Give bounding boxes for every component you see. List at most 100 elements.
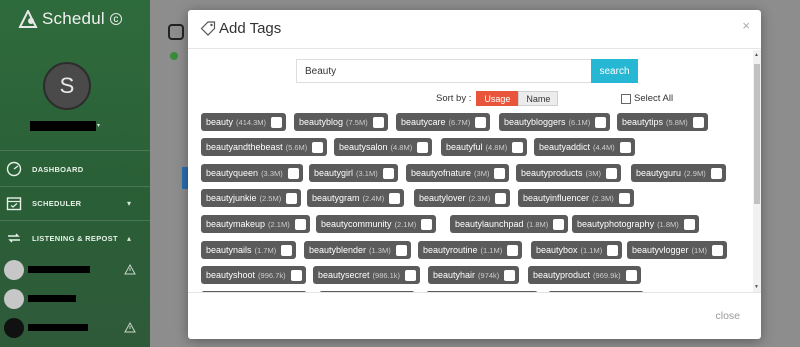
sidebar-item-scheduler[interactable]: SCHEDULER ▾ — [0, 188, 150, 218]
tag-checkbox[interactable] — [512, 141, 524, 153]
tag-count: (1.1M) — [580, 245, 603, 255]
tag-checkbox[interactable] — [710, 167, 722, 179]
tag-checkbox[interactable] — [475, 116, 487, 128]
tag-name: beautyroutine — [423, 245, 478, 255]
warning-icon — [124, 322, 136, 333]
tag-checkbox[interactable] — [605, 167, 617, 179]
redacted-username[interactable] — [30, 121, 96, 131]
tag-name: beautybloggers — [504, 117, 566, 127]
tag-checkbox[interactable] — [382, 167, 394, 179]
brand[interactable]: Schedul c — [18, 9, 122, 29]
tag-count: (1.7M) — [254, 245, 277, 255]
tag-checkbox[interactable] — [619, 141, 631, 153]
account-item[interactable] — [0, 258, 150, 282]
account-item[interactable] — [0, 287, 150, 311]
scroll-up-icon[interactable]: ▲ — [754, 52, 759, 58]
tag-checkbox[interactable] — [271, 116, 283, 128]
avatar[interactable]: S — [43, 62, 91, 110]
tag-chip[interactable]: beautyblender (1.3M) — [304, 241, 411, 259]
account-avatar — [4, 318, 24, 338]
dashboard-icon — [6, 161, 22, 177]
tag-checkbox[interactable] — [294, 218, 306, 230]
tag-chip[interactable]: beautylover (2.3M) — [414, 189, 511, 207]
modal-scrollbar[interactable]: ▲ ▼ — [753, 50, 761, 292]
tag-chip[interactable]: beautynails (1.7M) — [201, 241, 297, 259]
tag-checkbox[interactable] — [405, 269, 417, 281]
brand-name: Schedul — [42, 9, 105, 28]
tag-chip[interactable]: beautyblog (7.5M) — [294, 113, 388, 131]
sidebar-item-listening-repost[interactable]: LISTENING & REPOST ▴ — [0, 223, 150, 253]
tag-name: beautyproduct — [533, 270, 591, 280]
tag-checkbox[interactable] — [607, 244, 619, 256]
tag-chip[interactable]: beautyofnature (3M) — [406, 164, 510, 182]
scroll-thumb[interactable] — [754, 64, 760, 204]
tag-chip[interactable]: beautyphotography (1.8M) — [572, 215, 699, 233]
account-item[interactable] — [0, 316, 150, 340]
tag-chip[interactable]: beautyqueen (3.3M) — [201, 164, 303, 182]
tag-checkbox[interactable] — [286, 192, 298, 204]
modal-header: Add Tags × — [188, 10, 761, 49]
tag-chip[interactable]: beautyvlogger (1M) — [627, 241, 727, 259]
tag-chip[interactable]: beautybloggers (6.1M) — [499, 113, 611, 131]
tag-name: beautyaddict — [539, 142, 591, 152]
tag-chip[interactable]: beautysalon (4.8M) — [334, 138, 433, 156]
tag-count: (2.4M) — [362, 193, 385, 203]
tag-count: (2.5M) — [259, 193, 282, 203]
tag-checkbox[interactable] — [711, 244, 723, 256]
close-button[interactable]: close — [715, 310, 740, 322]
tag-checkbox[interactable] — [683, 218, 695, 230]
calendar-icon — [6, 197, 22, 211]
tag-checkbox[interactable] — [618, 192, 630, 204]
tag-checkbox[interactable] — [625, 269, 637, 281]
tag-count: (996.7k) — [258, 270, 286, 280]
tag-checkbox[interactable] — [281, 244, 293, 256]
tag-checkbox[interactable] — [389, 192, 401, 204]
tag-chip[interactable]: beautyandthebeast (5.6M) — [201, 138, 328, 156]
tag-chip[interactable]: beautyinfluencer (2.3M) — [518, 189, 634, 207]
divider — [0, 186, 150, 187]
tag-chip[interactable]: beautyproduct (969.9k) — [528, 266, 641, 284]
tag-checkbox[interactable] — [507, 244, 519, 256]
tag-checkbox[interactable] — [504, 269, 516, 281]
close-icon[interactable]: × — [742, 18, 750, 33]
tag-icon — [200, 21, 216, 36]
tag-chip[interactable]: beautybox (1.1M) — [531, 241, 623, 259]
tag-checkbox[interactable] — [372, 116, 384, 128]
tag-name: beautysalon — [339, 142, 388, 152]
tag-checkbox[interactable] — [495, 192, 507, 204]
tag-checkbox[interactable] — [287, 167, 299, 179]
tag-chip[interactable]: beautygirl (3.1M) — [309, 164, 398, 182]
tag-name: beautytips — [622, 117, 664, 127]
tag-chip[interactable]: beautyroutine (1.1M) — [418, 241, 523, 259]
tag-chip[interactable]: beautycommunity (2.1M) — [316, 215, 437, 233]
sidebar-item-dashboard[interactable]: DASHBOARD — [0, 154, 150, 184]
tag-name: beautyguru — [636, 168, 682, 178]
tag-chip[interactable]: beautytips (5.8M) — [617, 113, 708, 131]
tag-chip[interactable]: beautygram (2.4M) — [307, 189, 405, 207]
tag-checkbox[interactable] — [595, 116, 607, 128]
tag-chip[interactable]: beautyful (4.8M) — [441, 138, 528, 156]
tag-chip[interactable]: beautyjunkie (2.5M) — [201, 189, 302, 207]
tag-chip[interactable]: beautyguru (2.9M) — [631, 164, 726, 182]
tag-checkbox[interactable] — [494, 167, 506, 179]
tag-chip[interactable]: beautycare (6.7M) — [396, 113, 491, 131]
tag-chip[interactable]: beautyhair (974k) — [428, 266, 520, 284]
tag-chip[interactable]: beautyaddict (4.4M) — [534, 138, 635, 156]
tag-checkbox[interactable] — [421, 218, 433, 230]
tag-chip[interactable]: beautymakeup (2.1M) — [201, 215, 310, 233]
tag-checkbox[interactable] — [290, 269, 302, 281]
tag-checkbox[interactable] — [692, 116, 704, 128]
tag-chip[interactable]: beautyproducts (3M) — [516, 164, 621, 182]
tag-checkbox[interactable] — [417, 141, 429, 153]
chevron-down-icon[interactable]: ▾ — [97, 122, 100, 129]
scroll-down-icon[interactable]: ▼ — [754, 284, 759, 290]
tag-name: beautyofnature — [411, 168, 472, 178]
tag-chip[interactable]: beautyshoot (996.7k) — [201, 266, 306, 284]
tag-checkbox[interactable] — [312, 141, 324, 153]
tag-checkbox[interactable] — [395, 244, 407, 256]
tag-checkbox[interactable] — [553, 218, 565, 230]
tag-count: (3.3M) — [261, 168, 283, 178]
tag-chip[interactable]: beauty (414.3M) — [201, 113, 287, 131]
tag-chip[interactable]: beautylaunchpad (1.8M) — [450, 215, 569, 233]
tag-chip[interactable]: beautysecret (986.1k) — [313, 266, 421, 284]
